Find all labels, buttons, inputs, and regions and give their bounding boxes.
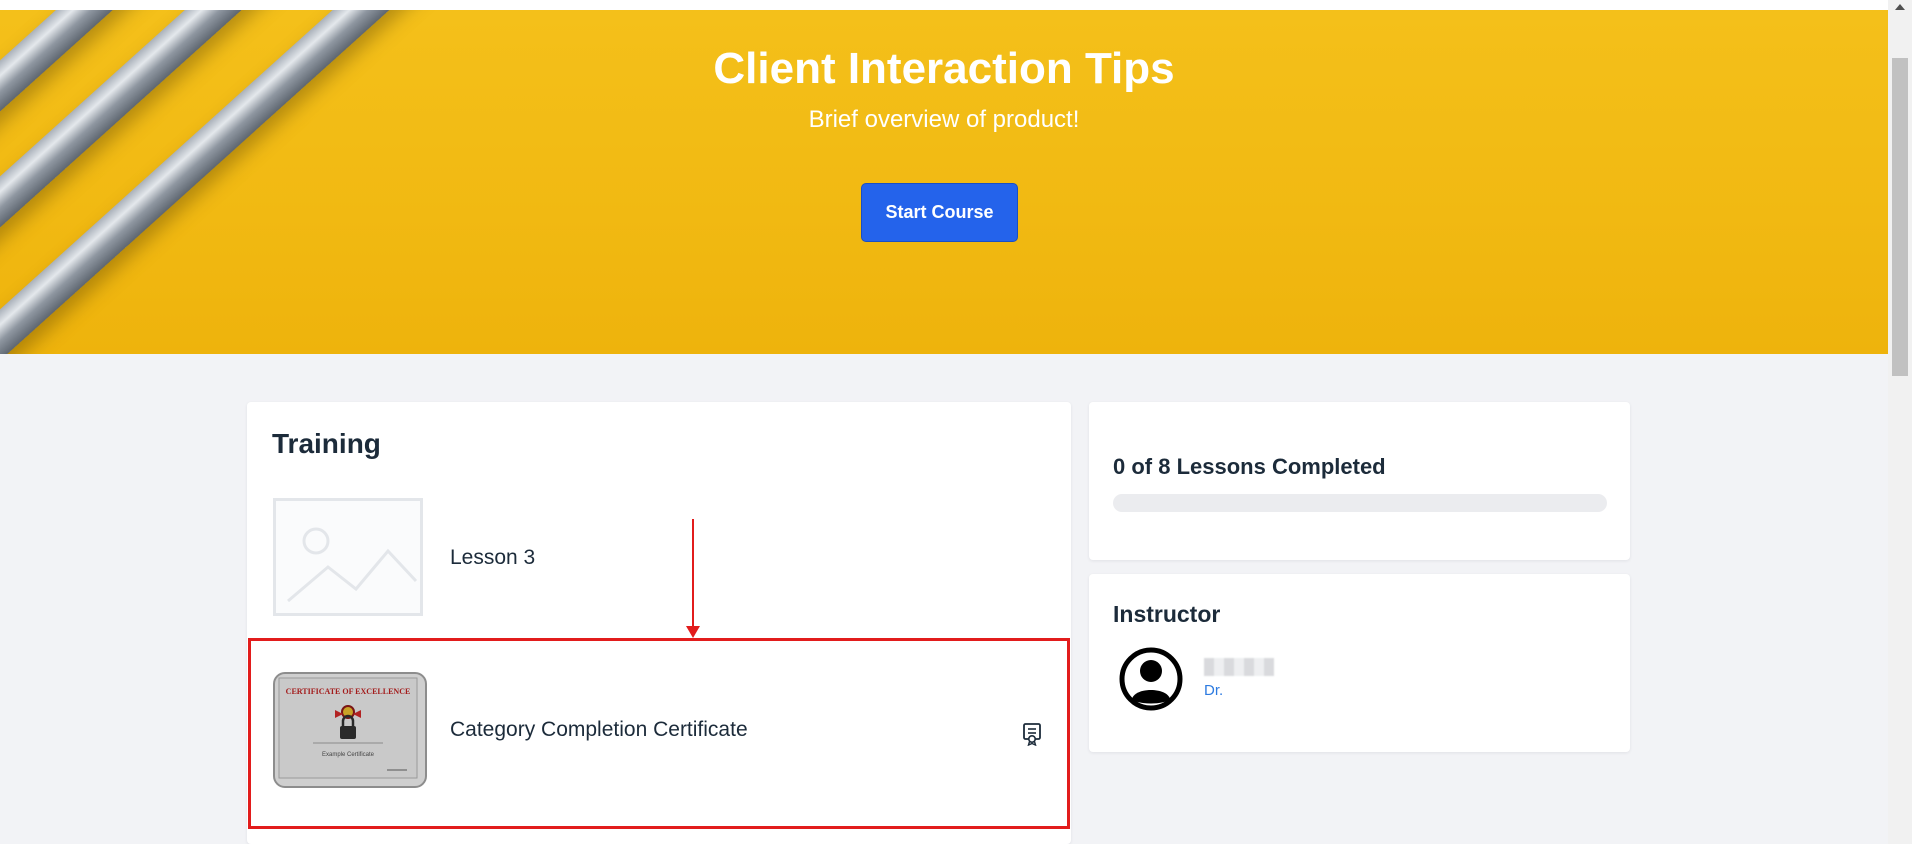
svg-text:Example Certificate: Example Certificate <box>322 752 375 758</box>
lessons-completed-text: 0 of 8 Lessons Completed <box>1113 454 1386 479</box>
top-edge <box>0 0 1888 10</box>
instructor-name-redacted <box>1204 658 1274 676</box>
instructor-heading: Instructor <box>1113 601 1221 627</box>
certificate-icon <box>1020 722 1044 747</box>
lesson-item[interactable]: Lesson 3 <box>247 498 1071 628</box>
course-hero-banner: Client Interaction Tips Brief overview o… <box>0 10 1888 354</box>
lesson-title[interactable]: Category Completion Certificate <box>450 718 748 742</box>
course-title: Client Interaction Tips <box>713 44 1175 93</box>
course-progress-bar <box>1113 494 1607 512</box>
scroll-up-arrow-icon[interactable] <box>1895 4 1905 10</box>
course-subtitle: Brief overview of product! <box>808 106 1080 133</box>
annotation-arrow-head <box>686 626 700 638</box>
svg-text:CERTIFICATE OF EXCELLENCE: CERTIFICATE OF EXCELLENCE <box>286 687 411 696</box>
instructor-prefix-link[interactable]: Dr. <box>1204 682 1223 699</box>
scrollbar-thumb[interactable] <box>1892 58 1908 376</box>
certificate-thumbnail: CERTIFICATE OF EXCELLENCE Example Certif… <box>273 672 427 788</box>
start-course-button[interactable]: Start Course <box>861 183 1018 242</box>
avatar-icon <box>1119 647 1183 711</box>
instructor-card: Instructor Dr. <box>1089 574 1630 752</box>
training-card: Training Lesson 3 CERTIFICATE OF EXCELLE… <box>247 402 1071 844</box>
lesson-title[interactable]: Lesson 3 <box>450 546 535 570</box>
lesson-item-certificate[interactable]: CERTIFICATE OF EXCELLENCE Example Certif… <box>247 672 1071 802</box>
image-placeholder-icon <box>273 498 423 616</box>
progress-card: 0 of 8 Lessons Completed <box>1089 402 1630 560</box>
annotation-arrow <box>692 519 694 632</box>
page-scrollbar[interactable] <box>1888 0 1912 844</box>
training-heading: Training <box>272 428 381 459</box>
